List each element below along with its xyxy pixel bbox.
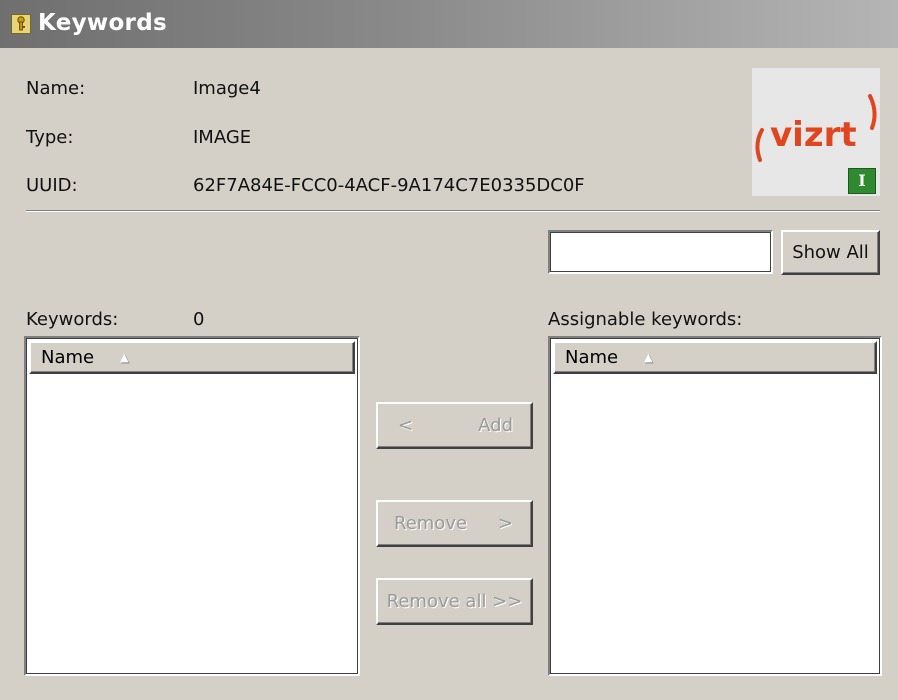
add-label: Add xyxy=(478,415,513,436)
type-value: IMAGE xyxy=(193,127,252,148)
add-button[interactable]: < Add xyxy=(376,402,533,449)
name-label: Name: xyxy=(26,78,86,99)
keywords-label: Keywords: xyxy=(26,309,119,330)
window-title: Keywords xyxy=(38,10,167,36)
remove-arrow-icon: > xyxy=(497,513,513,534)
title-bar: Keywords xyxy=(0,0,898,48)
keyword-tag-icon xyxy=(11,14,31,34)
keywords-name-column-header[interactable]: Name ▲ xyxy=(29,341,355,374)
keywords-count: 0 xyxy=(193,309,205,330)
assignable-name-column-header[interactable]: Name ▲ xyxy=(553,341,877,374)
assignable-keywords-label: Assignable keywords: xyxy=(548,309,743,330)
remove-all-button[interactable]: Remove all >> xyxy=(376,578,533,625)
separator xyxy=(26,210,880,212)
column-header-label: Name xyxy=(565,347,619,368)
name-value: Image4 xyxy=(193,78,261,99)
keywords-list[interactable]: Name ▲ xyxy=(24,336,360,676)
sort-ascending-icon: ▲ xyxy=(644,351,653,364)
column-header-label: Name xyxy=(41,347,95,368)
assignable-keywords-list[interactable]: Name ▲ xyxy=(548,336,882,676)
remove-label: Remove xyxy=(394,513,468,534)
sort-ascending-icon: ▲ xyxy=(120,351,129,364)
add-arrow-icon: < xyxy=(398,415,414,436)
type-label: Type: xyxy=(26,127,74,148)
uuid-label: UUID: xyxy=(26,175,78,196)
image-type-badge-icon: I xyxy=(848,168,876,194)
uuid-value: 62F7A84E-FCC0-4ACF-9A174C7E0335DC0F xyxy=(193,175,585,196)
keyword-filter-input[interactable] xyxy=(548,230,773,274)
image-thumbnail: vizrt I xyxy=(752,68,880,196)
remove-button[interactable]: Remove > xyxy=(376,500,533,547)
vizrt-logo-text: vizrt xyxy=(770,115,857,155)
show-all-button[interactable]: Show All xyxy=(781,230,880,275)
